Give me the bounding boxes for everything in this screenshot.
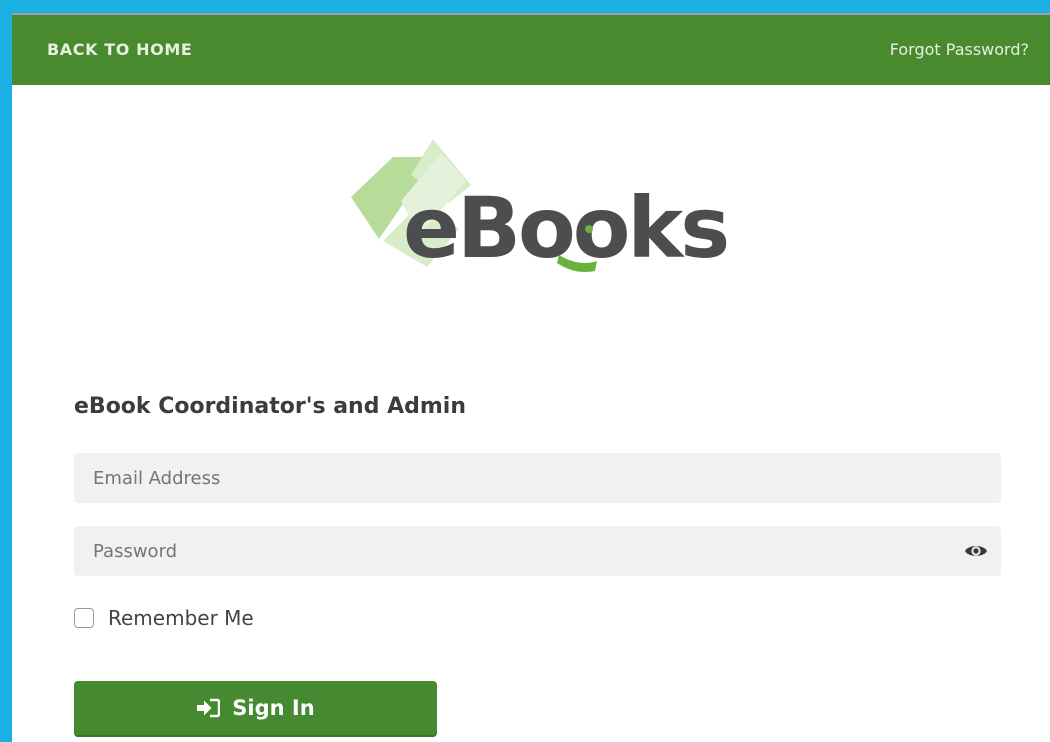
- login-panel: BACK TO HOME Forgot Password? eBooks eBo…: [12, 15, 1050, 742]
- ebooks-logo: eBooks: [351, 139, 730, 277]
- email-field: [74, 453, 1001, 503]
- forgot-password-link[interactable]: Forgot Password?: [890, 40, 1029, 59]
- sign-in-icon: [197, 698, 221, 718]
- remember-me-label: Remember Me: [108, 606, 254, 630]
- sign-in-label: Sign In: [232, 696, 315, 720]
- back-to-home-link[interactable]: BACK TO HOME: [47, 40, 192, 59]
- sign-in-button[interactable]: Sign In: [74, 681, 437, 735]
- remember-me[interactable]: Remember Me: [74, 605, 254, 631]
- logo-dot: [585, 225, 593, 233]
- password-field: [74, 526, 1001, 576]
- password-input[interactable]: [74, 526, 1001, 576]
- top-nav-bar: BACK TO HOME Forgot Password?: [12, 15, 1050, 85]
- form-title: eBook Coordinator's and Admin: [74, 394, 467, 419]
- remember-me-checkbox[interactable]: [74, 608, 94, 628]
- email-input[interactable]: [74, 453, 1001, 503]
- eye-icon[interactable]: [964, 539, 988, 563]
